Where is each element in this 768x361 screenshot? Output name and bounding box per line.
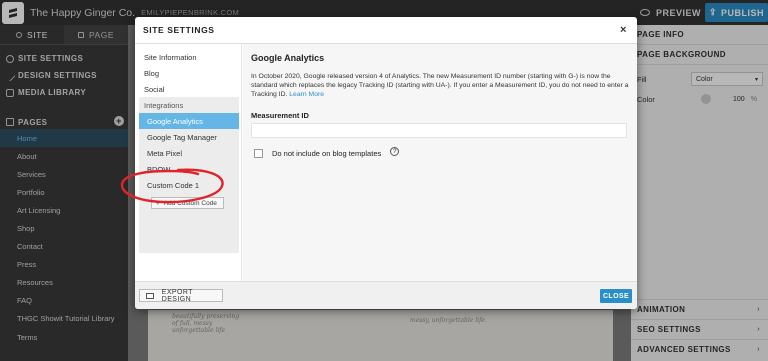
measurement-id-value bbox=[256, 125, 318, 136]
annotation-circle bbox=[120, 168, 224, 204]
export-icon bbox=[146, 292, 154, 299]
exclude-blog-checkbox[interactable] bbox=[254, 149, 263, 158]
export-design-button[interactable]: EXPORT DESIGN bbox=[139, 288, 223, 303]
nav-google-tag-manager[interactable]: Google Tag Manager bbox=[139, 129, 239, 145]
nav-social[interactable]: Social bbox=[135, 81, 241, 97]
settings-content: Google Analytics In October 2020, Google… bbox=[243, 44, 637, 281]
export-design-label: EXPORT DESIGN bbox=[161, 288, 193, 303]
site-settings-modal: SITE SETTINGS × Site Information Blog So… bbox=[135, 17, 637, 309]
learn-more-link[interactable]: Learn More bbox=[289, 91, 324, 98]
settings-nav: Site Information Blog Social Integration… bbox=[135, 44, 242, 281]
measurement-id-input[interactable] bbox=[251, 123, 627, 138]
section-heading: Google Analytics bbox=[251, 53, 325, 63]
nav-blog[interactable]: Blog bbox=[135, 65, 241, 81]
close-button[interactable]: CLOSE bbox=[600, 289, 632, 303]
exclude-blog-label: Do not include on blog templates bbox=[272, 149, 382, 158]
help-icon[interactable]: ? bbox=[390, 147, 400, 156]
nav-google-analytics[interactable]: Google Analytics bbox=[139, 113, 239, 129]
nav-site-information[interactable]: Site Information bbox=[135, 49, 241, 65]
blog-templates-option: Do not include on blog templates ? bbox=[251, 147, 629, 158]
integrations-label: Integrations bbox=[144, 100, 184, 110]
modal-title: SITE SETTINGS bbox=[143, 25, 215, 35]
nav-meta-pixel[interactable]: Meta Pixel bbox=[139, 145, 239, 161]
section-description: In October 2020, Google released version… bbox=[251, 72, 629, 99]
modal-header: SITE SETTINGS × bbox=[135, 17, 637, 44]
measurement-id-label: Measurement ID bbox=[251, 111, 309, 120]
close-icon[interactable]: × bbox=[620, 24, 627, 36]
modal-footer: EXPORT DESIGN CLOSE bbox=[135, 281, 637, 309]
